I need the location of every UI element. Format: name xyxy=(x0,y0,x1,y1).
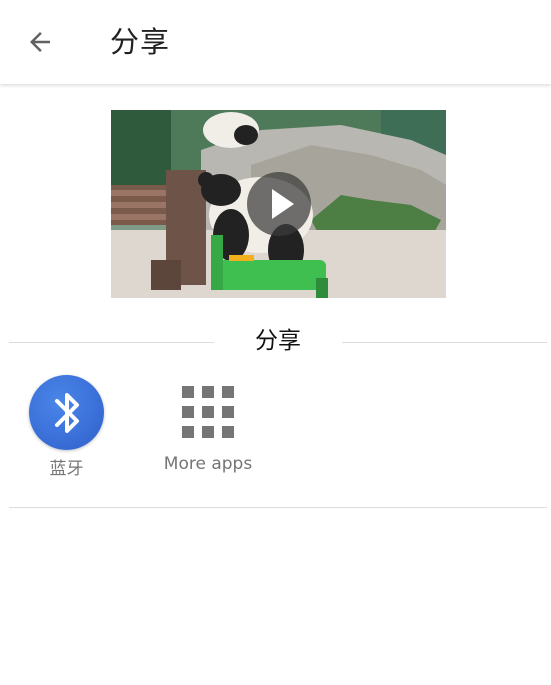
bluetooth-label: 蓝牙 xyxy=(49,459,84,479)
bottom-divider xyxy=(9,507,547,508)
video-thumbnail[interactable] xyxy=(111,110,446,298)
bluetooth-share-button[interactable] xyxy=(29,375,104,450)
page-title: 分享 xyxy=(110,25,171,59)
play-button[interactable] xyxy=(247,172,311,236)
apps-grid-icon xyxy=(182,386,234,438)
more-apps-button[interactable] xyxy=(182,386,234,438)
bluetooth-icon xyxy=(54,392,79,433)
arrow-back-icon xyxy=(30,32,50,52)
section-divider-left xyxy=(9,342,214,343)
back-button[interactable] xyxy=(18,20,62,64)
more-apps-label: More apps xyxy=(163,454,253,474)
app-bar: 分享 xyxy=(0,0,551,84)
share-section-title: 分享 xyxy=(255,328,301,354)
section-divider-right xyxy=(342,342,547,343)
play-icon xyxy=(272,189,294,219)
